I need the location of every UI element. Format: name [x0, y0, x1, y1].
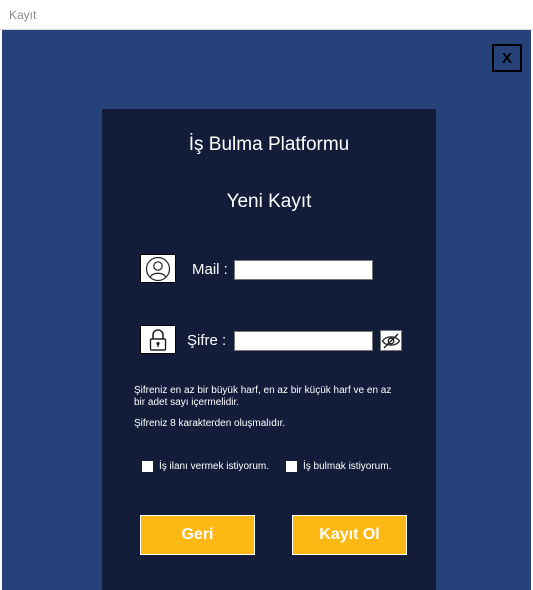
find-job-checkbox-label: İş bulmak istiyorum.	[303, 461, 392, 472]
password-input[interactable]	[234, 331, 373, 351]
form-title: Yeni Kayıt	[226, 191, 312, 212]
registration-panel: İş Bulma Platformu Yeni Kayıt Mail : Şif…	[102, 109, 436, 590]
window-title: Kayıt	[9, 8, 37, 22]
back-button[interactable]: Geri	[140, 515, 255, 555]
close-button[interactable]: X	[492, 44, 522, 72]
user-icon	[140, 254, 176, 283]
password-rule-hint: Şifreniz en az bir büyük harf, en az bir…	[134, 385, 392, 408]
mail-label: Mail :	[192, 261, 228, 278]
find-job-checkbox[interactable]	[286, 461, 297, 472]
platform-title: İş Bulma Platformu	[188, 134, 350, 155]
password-length-hint: Şifreniz 8 karakterden oluşmalıdır.	[134, 418, 286, 429]
find-job-option[interactable]: İş bulmak istiyorum.	[286, 461, 391, 472]
mail-input[interactable]	[234, 260, 373, 280]
password-label: Şifre :	[187, 332, 227, 349]
post-job-option[interactable]: İş ilanı vermek istiyorum.	[142, 461, 269, 472]
register-button[interactable]: Kayıt Ol	[292, 515, 407, 555]
post-job-checkbox-label: İş ilanı vermek istiyorum.	[159, 461, 270, 472]
eye-slash-icon[interactable]	[380, 330, 402, 351]
post-job-checkbox[interactable]	[142, 461, 153, 472]
lock-icon	[140, 325, 176, 354]
window-titlebar: Kayıt	[0, 0, 533, 30]
